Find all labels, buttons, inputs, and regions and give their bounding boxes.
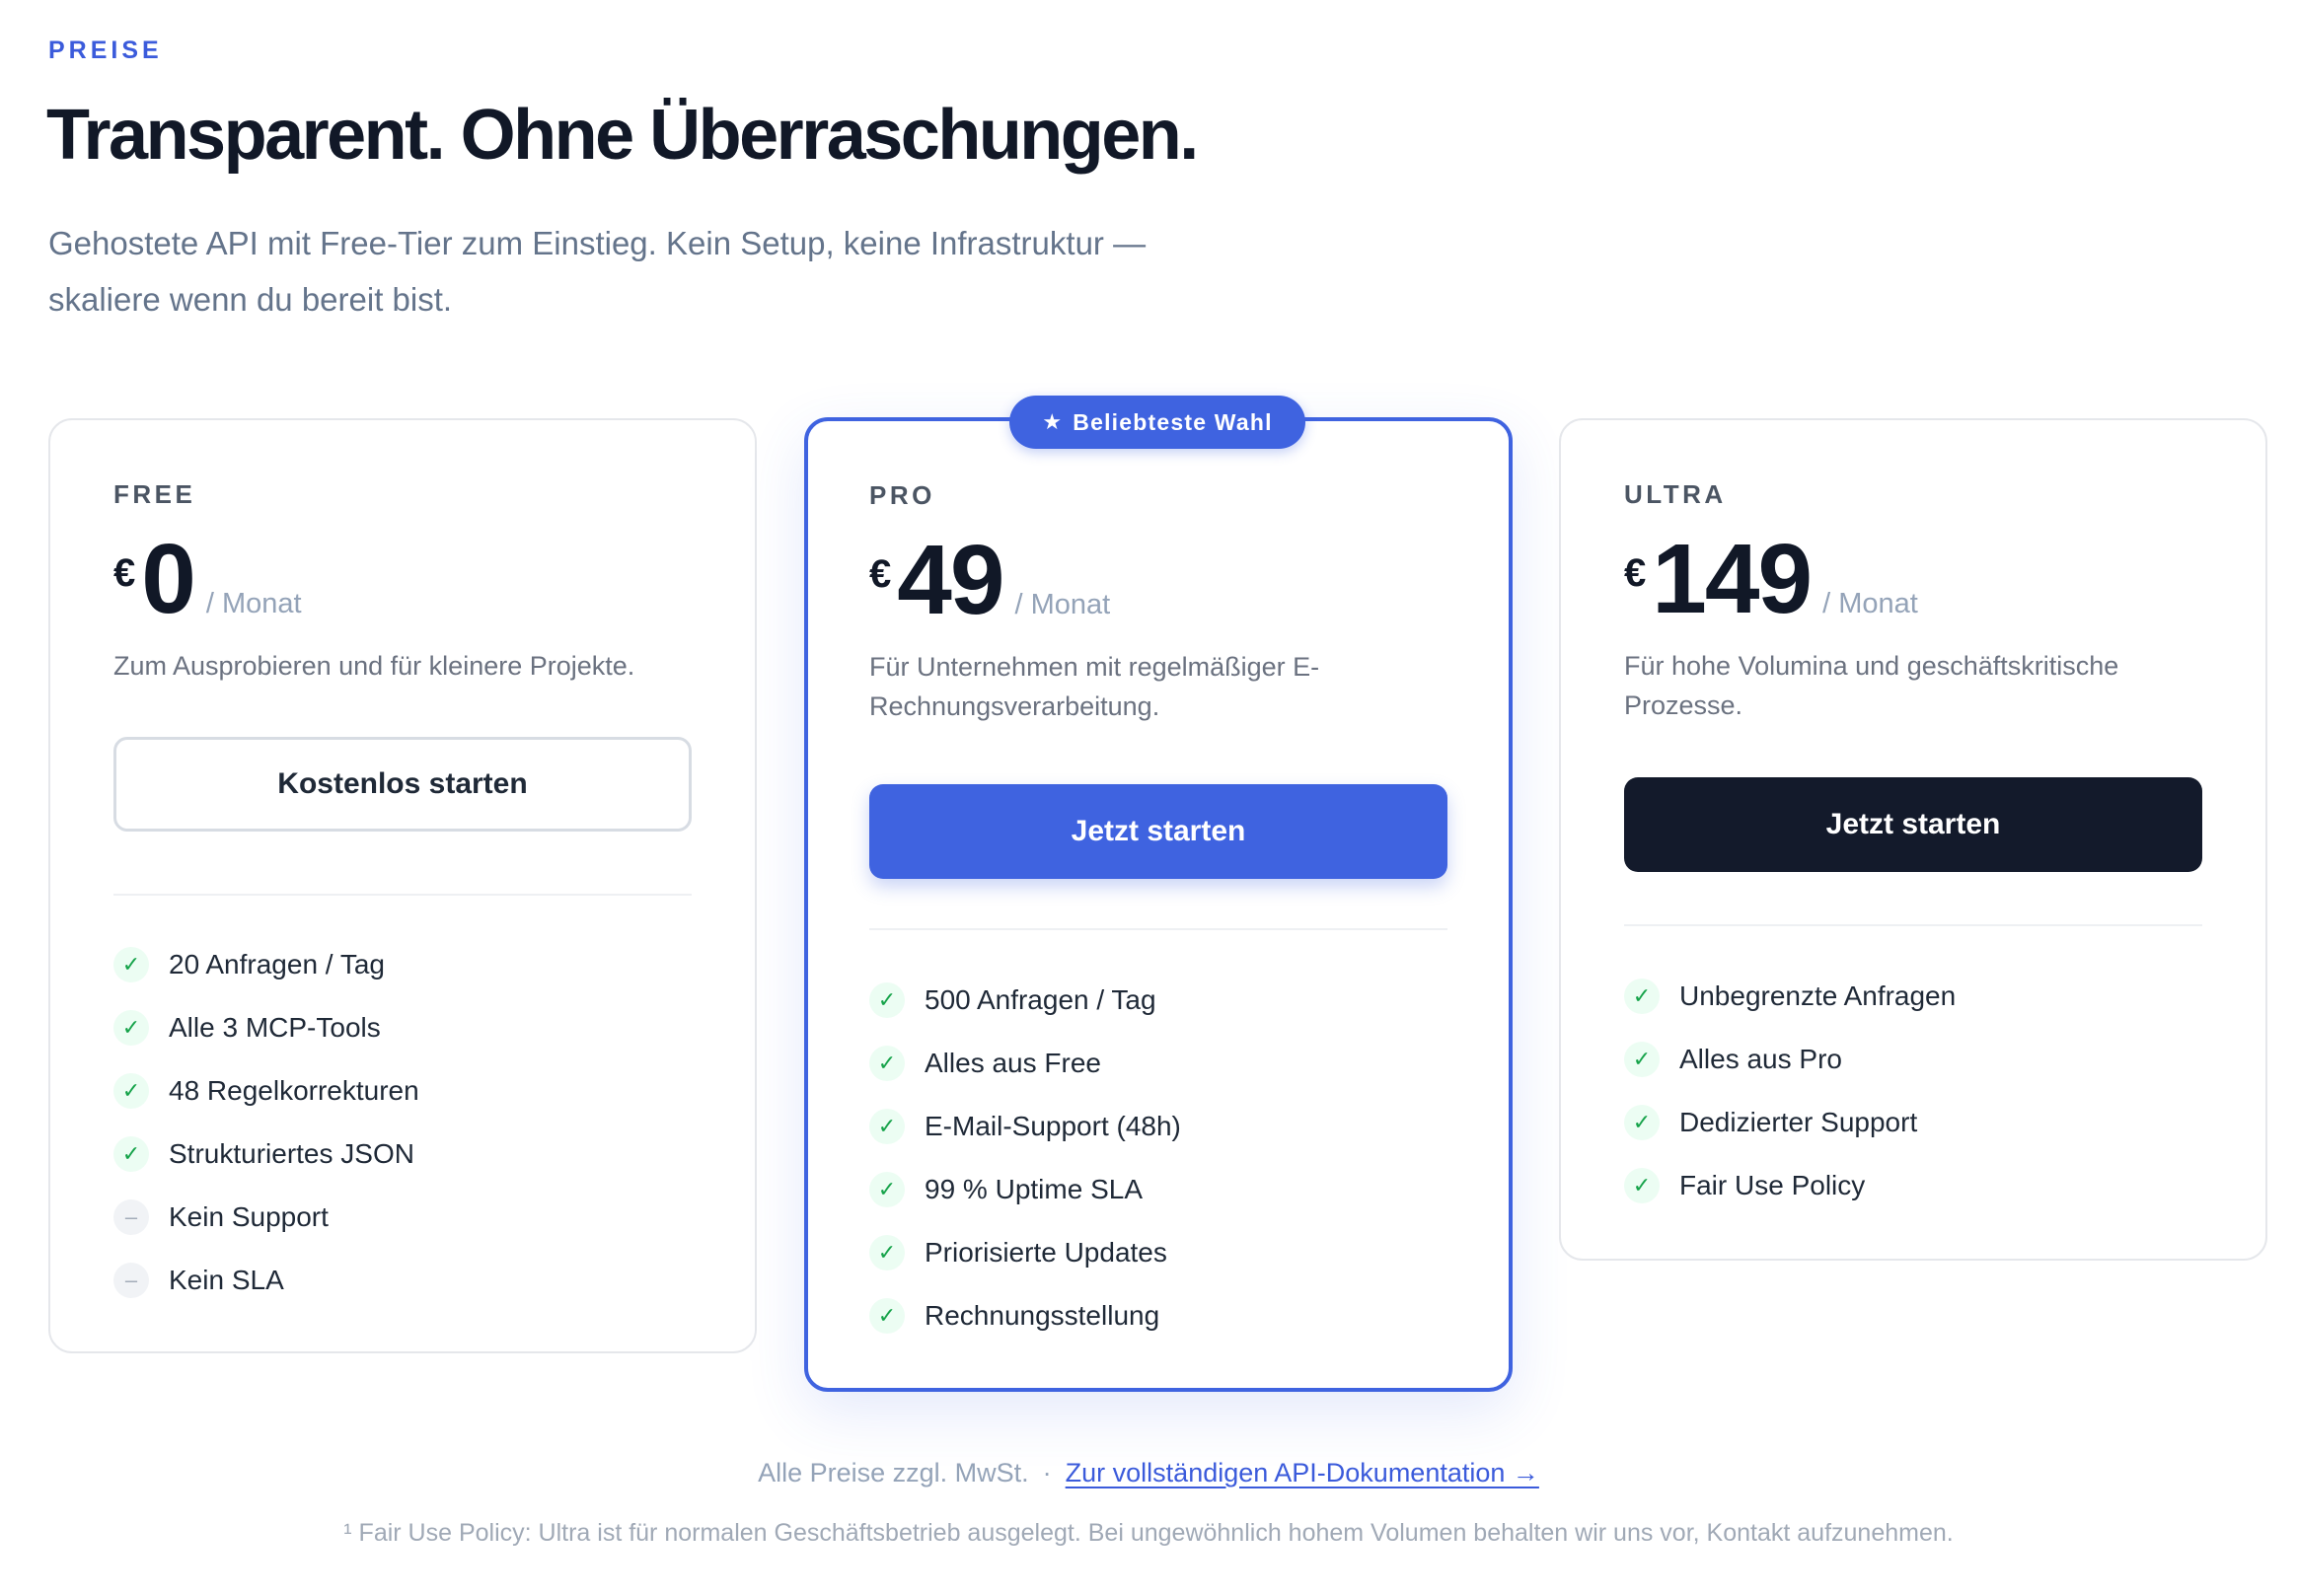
feature-list: ✓ 20 Anfragen / Tag ✓ Alle 3 MCP-Tools ✓ 48… xyxy=(113,933,692,1312)
price-row: € 49 / Monat xyxy=(869,525,1447,635)
feature-label: Alles aus Free xyxy=(925,1048,1101,1078)
check-icon: ✓ xyxy=(869,1046,905,1081)
feature-label: Kein Support xyxy=(169,1201,329,1232)
price-period: / Monat xyxy=(1014,589,1111,620)
pricing-footnote: Alle Preise zzgl. MwSt. · Zur vollständige… xyxy=(0,1458,2297,1488)
feature-label: Kein SLA xyxy=(169,1265,284,1295)
fair-use-note: ¹ Fair Use Policy: Ultra ist für normale… xyxy=(343,1519,1954,1547)
list-item: ✓ 20 Anfragen / Tag xyxy=(113,933,692,996)
plan-name: PRO xyxy=(869,480,935,510)
check-icon: ✓ xyxy=(113,1073,149,1109)
feature-label: Fair Use Policy xyxy=(1679,1170,1866,1200)
check-icon: ✓ xyxy=(869,1109,905,1144)
start-free-button[interactable]: Kostenlos starten xyxy=(113,737,692,832)
api-docs-link[interactable]: Zur vollständigen API-Dokumentation → xyxy=(1066,1458,1539,1487)
page-lead: Gehostete API mit Free-Tier zum Einstieg… xyxy=(48,225,1147,318)
divider xyxy=(113,894,692,896)
price-row: € 149 / Monat xyxy=(1624,524,2202,634)
divider xyxy=(869,928,1447,930)
plan-card-ultra: ULTRA € 149 / Monat Für hohe Volumina un… xyxy=(1559,418,2267,1261)
check-icon: ✓ xyxy=(113,947,149,982)
price-amount: 149 xyxy=(1652,524,1813,634)
price-period: / Monat xyxy=(1822,588,1918,619)
feature-label: 48 Regelkorrekturen xyxy=(169,1075,419,1106)
price-amount: 0 xyxy=(141,524,196,634)
plan-description: Für hohe Volumina und geschäftskritische… xyxy=(1624,651,2119,720)
list-item: ✓ Fair Use Policy xyxy=(1624,1154,2202,1217)
feature-label: 99 % Uptime SLA xyxy=(925,1174,1143,1204)
feature-label: 500 Anfragen / Tag xyxy=(925,984,1156,1015)
most-popular-badge: ★ Beliebteste Wahl xyxy=(1009,396,1305,449)
feature-label: Unbegrenzte Anfragen xyxy=(1679,980,1957,1011)
check-icon: ✓ xyxy=(1624,1042,1660,1077)
currency-symbol: € xyxy=(1624,551,1647,595)
dash-icon: – xyxy=(113,1263,149,1298)
check-icon: ✓ xyxy=(113,1010,149,1046)
plan-name: FREE xyxy=(113,479,196,509)
check-icon: ✓ xyxy=(113,1136,149,1172)
plan-card-free: FREE € 0 / Monat Zum Ausprobieren und fü… xyxy=(48,418,757,1353)
feature-label: Priorisierte Updates xyxy=(925,1237,1167,1268)
plan-card-pro: PRO € 49 / Monat Für Unternehmen mit reg… xyxy=(804,417,1513,1392)
currency-symbol: € xyxy=(869,552,892,596)
feature-list: ✓ 500 Anfragen / Tag ✓ Alles aus Free ✓ E-M… xyxy=(869,969,1447,1347)
check-icon: ✓ xyxy=(1624,1105,1660,1140)
start-pro-button[interactable]: Jetzt starten xyxy=(869,784,1447,879)
plan-name: ULTRA xyxy=(1624,479,1727,509)
divider xyxy=(1624,924,2202,926)
star-icon: ★ xyxy=(1042,409,1064,434)
price-amount: 49 xyxy=(897,525,1004,635)
feature-label: 20 Anfragen / Tag xyxy=(169,949,385,979)
list-item: ✓ E-Mail-Support (48h) xyxy=(869,1095,1447,1158)
feature-label: Alles aus Pro xyxy=(1679,1044,1842,1074)
list-item: ✓ 500 Anfragen / Tag xyxy=(869,969,1447,1032)
pricing-eyebrow: PREISE xyxy=(48,36,163,64)
price-row: € 0 / Monat xyxy=(113,524,692,634)
check-icon: ✓ xyxy=(869,1172,905,1207)
check-icon: ✓ xyxy=(869,982,905,1018)
price-period: / Monat xyxy=(205,588,302,619)
check-icon: ✓ xyxy=(869,1235,905,1270)
list-item: – Kein SLA xyxy=(113,1249,692,1312)
check-icon: ✓ xyxy=(1624,1168,1660,1203)
list-item: ✓ Strukturiertes JSON xyxy=(113,1123,692,1186)
list-item: ✓ Unbegrenzte Anfragen xyxy=(1624,965,2202,1028)
feature-label: E-Mail-Support (48h) xyxy=(925,1111,1181,1141)
page-title: Transparent. Ohne Überraschungen. xyxy=(46,96,1199,175)
currency-symbol: € xyxy=(113,551,136,595)
plan-description: Für Unternehmen mit regelmäßiger E-Rechn… xyxy=(869,652,1320,721)
feature-label: Strukturiertes JSON xyxy=(169,1138,414,1169)
list-item: ✓ Priorisierte Updates xyxy=(869,1221,1447,1284)
list-item: ✓ Alles aus Pro xyxy=(1624,1028,2202,1091)
plan-description: Zum Ausprobieren und für kleinere Projek… xyxy=(113,651,635,681)
separator: · xyxy=(1042,1458,1052,1487)
list-item: ✓ 99 % Uptime SLA xyxy=(869,1158,1447,1221)
check-icon: ✓ xyxy=(1624,979,1660,1014)
badge-label: Beliebteste Wahl xyxy=(1073,408,1273,435)
dash-icon: – xyxy=(113,1199,149,1235)
feature-label: Alle 3 MCP-Tools xyxy=(169,1012,381,1043)
list-item: ✓ Dedizierter Support xyxy=(1624,1091,2202,1154)
list-item: ✓ 48 Regelkorrekturen xyxy=(113,1059,692,1123)
list-item: ✓ Alle 3 MCP-Tools xyxy=(113,996,692,1059)
check-icon: ✓ xyxy=(869,1298,905,1334)
feature-list: ✓ Unbegrenzte Anfragen ✓ Alles aus Pro ✓ De… xyxy=(1624,965,2202,1217)
feature-label: Dedizierter Support xyxy=(1679,1107,1918,1137)
vat-note: Alle Preise zzgl. MwSt. xyxy=(758,1458,1029,1487)
feature-label: Rechnungsstellung xyxy=(925,1300,1160,1331)
list-item: ✓ Rechnungsstellung xyxy=(869,1284,1447,1347)
start-ultra-button[interactable]: Jetzt starten xyxy=(1624,777,2202,872)
list-item: – Kein Support xyxy=(113,1186,692,1249)
list-item: ✓ Alles aus Free xyxy=(869,1032,1447,1095)
